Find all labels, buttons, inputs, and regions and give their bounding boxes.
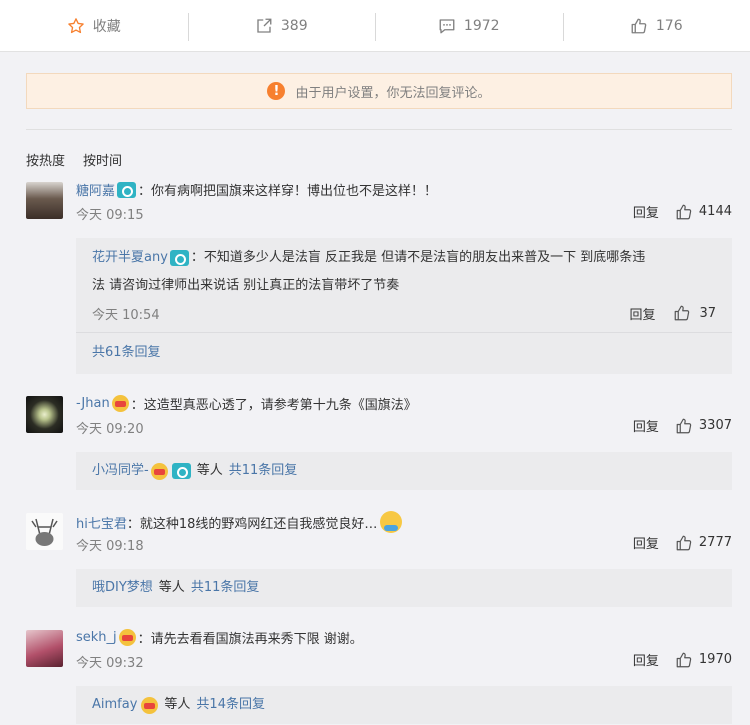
thumbs-up-icon (631, 18, 647, 33)
like-count: 1970 (698, 652, 732, 667)
share-icon (257, 18, 272, 33)
camera-badge-icon (117, 181, 137, 198)
view-all-replies-link[interactable]: 共14条回复 (196, 691, 265, 719)
reply-username[interactable]: 花开半夏any (92, 250, 168, 265)
thumbs-up-icon[interactable] (675, 203, 693, 221)
thumbs-up-icon[interactable] (673, 304, 691, 322)
favorite-label: 收藏 (92, 18, 121, 35)
avatar[interactable] (26, 630, 63, 667)
comment-username[interactable]: -Jhan (76, 396, 110, 411)
comment-username[interactable]: hi七宝君 (76, 513, 127, 532)
reply-time: 今天 10:54 (92, 307, 160, 323)
sort-tabs: 按热度 按时间 (26, 150, 140, 169)
reply-button[interactable]: 回复 (633, 650, 659, 669)
favorite-button[interactable]: 收藏 (0, 0, 188, 51)
comment-button[interactable]: 1972 (375, 0, 563, 51)
comment-icon (439, 18, 455, 33)
vip-badge-icon (141, 696, 159, 714)
reply-button[interactable]: 回复 (633, 416, 659, 435)
avatar[interactable] (26, 513, 63, 550)
like-count: 176 (655, 17, 683, 34)
reply-button[interactable]: 回复 (633, 202, 659, 221)
comment-username[interactable]: sekh_j (76, 630, 117, 645)
reply-summary: Aimfay 等人 共14条回复 (76, 686, 732, 724)
repost-count: 389 (280, 17, 308, 34)
reply-disabled-notice: ! 由于用户设置，你无法回复评论。 (26, 73, 732, 109)
reply-button[interactable]: 回复 (629, 304, 655, 323)
reply-text-line1: ：不知道多少人是法盲 反正我是 但请不是法盲的朋友出来普及一下 到底哪条违 (190, 250, 646, 265)
reply-summary: 小冯同学- 等人 共11条回复 (76, 452, 732, 490)
thumbs-up-icon[interactable] (675, 417, 693, 435)
like-count: 37 (699, 305, 716, 321)
reply-etc: 等人 (196, 463, 223, 478)
reply-summary: 哦DIY梦想 等人 共11条回复 (76, 569, 732, 607)
reply-username[interactable]: 小冯同学- (92, 457, 149, 485)
like-count: 4144 (698, 204, 732, 219)
emoji-icon (380, 511, 403, 533)
thumbs-up-icon[interactable] (675, 651, 693, 669)
like-button[interactable]: 176 (562, 0, 750, 51)
vip-badge-icon (118, 629, 136, 646)
comment-time: 今天 09:15 (76, 208, 144, 223)
warning-icon: ! (267, 82, 286, 100)
repost-button[interactable]: 389 (187, 0, 376, 51)
star-icon (67, 17, 84, 33)
sort-by-time[interactable]: 按时间 (83, 150, 122, 169)
comment-time: 今天 09:20 (76, 422, 144, 437)
reply-username[interactable]: Aimfay (92, 691, 137, 719)
vip-badge-icon (111, 395, 129, 412)
avatar[interactable] (26, 396, 63, 433)
reply-etc: 等人 (164, 697, 191, 712)
comment-text: ：就这种18线的野鸡网红还自我感觉良好… (126, 516, 378, 532)
reply-box: 花开半夏any ：不知道多少人是法盲 反正我是 但请不是法盲的朋友出来普及一下 到… (76, 238, 732, 374)
comment-time: 今天 09:32 (76, 656, 144, 671)
camera-badge-icon (171, 463, 191, 479)
reply-etc: 等人 (158, 580, 185, 595)
avatar[interactable] (26, 182, 63, 219)
sort-by-hot[interactable]: 按热度 (26, 150, 65, 169)
divider (26, 129, 732, 130)
comment-time: 今天 09:18 (76, 539, 144, 554)
action-bar: 收藏 389 1972 176 (0, 0, 750, 52)
view-all-replies-link[interactable]: 共11条回复 (191, 574, 260, 602)
reply-text-line2: 法 请咨询过律师出来说话 别让真正的法盲带坏了节奏 (92, 278, 400, 293)
comment-text: ：你有病啊把国旗来这样穿！博出位也不是这样！！ (138, 184, 438, 199)
notice-text: 由于用户设置，你无法回复评论。 (295, 85, 491, 101)
comment-count: 1972 (463, 17, 500, 34)
reply-username[interactable]: 哦DIY梦想 (92, 574, 153, 602)
like-count: 2777 (698, 535, 732, 550)
comment-text: ：请先去看看国旗法再来秀下限 谢谢。 (137, 632, 363, 647)
camera-badge-icon (169, 249, 189, 266)
comment-username[interactable]: 糖阿嘉 (76, 180, 115, 199)
view-all-replies-link[interactable]: 共61条回复 (92, 345, 161, 360)
like-count: 3307 (698, 418, 732, 433)
view-all-replies-link[interactable]: 共11条回复 (229, 457, 298, 485)
thumbs-up-icon[interactable] (675, 534, 693, 552)
reply-button[interactable]: 回复 (633, 533, 659, 552)
comment-text: ：这造型真恶心透了，请参考第十九条《国旗法》 (130, 398, 417, 413)
vip-badge-icon (150, 462, 168, 480)
